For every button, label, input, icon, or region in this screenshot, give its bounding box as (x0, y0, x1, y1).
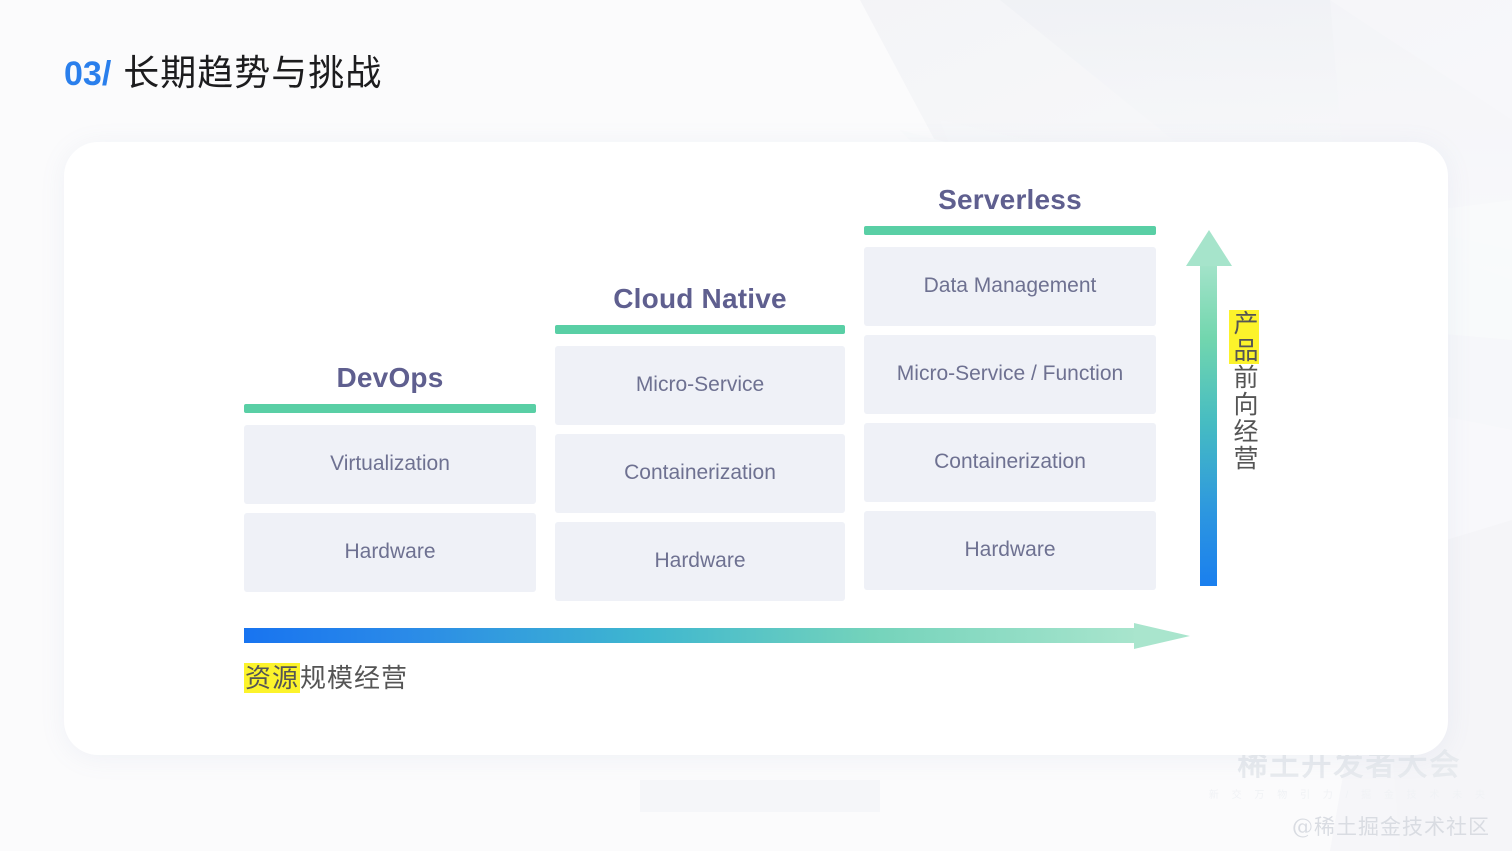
stack-box: Hardware (244, 513, 536, 592)
column-rule-devops (244, 404, 536, 413)
column-rule-cloud-native (555, 325, 845, 334)
vertical-axis-label: 产品前向经营 (1226, 310, 1262, 472)
maturity-diagram: DevOps Virtualization Hardware Cloud Nat… (64, 142, 1448, 755)
conference-logo-watermark: 稀土开发者大会 新 交 万 物 引 力 / 掘 金 技 术 未 央 (1209, 749, 1490, 801)
column-rule-serverless (864, 226, 1156, 235)
stack-box: Hardware (864, 511, 1156, 590)
stack-box: Virtualization (244, 425, 536, 504)
stack-box: Micro-Service / Function (864, 335, 1156, 414)
horizontal-axis-label-highlight: 资源 (244, 663, 301, 693)
page-title: 03/ 长期趋势与挑战 (64, 44, 382, 96)
page-title-text: 长期趋势与挑战 (123, 52, 383, 93)
column-serverless: Serverless Data Management Micro-Service… (864, 186, 1156, 590)
content-card: DevOps Virtualization Hardware Cloud Nat… (64, 142, 1448, 755)
column-header-devops: DevOps (336, 362, 444, 393)
horizontal-arrow-icon (244, 623, 1190, 649)
column-header-cloud-native: Cloud Native (613, 283, 787, 314)
vertical-axis-label-highlight: 产品 (1229, 310, 1259, 364)
column-devops: DevOps Virtualization Hardware (244, 364, 536, 592)
horizontal-axis-label-rest: 规模经营 (300, 663, 409, 693)
vertical-axis-label-rest: 前向经营 (1230, 364, 1258, 472)
stack-box: Hardware (555, 522, 845, 601)
page-title-number: 03/ (64, 55, 112, 93)
horizontal-axis-label: 资源规模经营 (244, 658, 408, 695)
community-handle-watermark: @稀土掘金技术社区 (1292, 815, 1490, 839)
stack-box: Data Management (864, 247, 1156, 326)
stack-box: Containerization (555, 434, 845, 513)
stack-box: Containerization (864, 423, 1156, 502)
column-cloud-native: Cloud Native Micro-Service Containerizat… (555, 285, 845, 601)
conference-logo-subtitle: 新 交 万 物 引 力 / 掘 金 技 术 未 央 (1208, 790, 1490, 801)
stack-box: Micro-Service (555, 346, 845, 425)
column-header-serverless: Serverless (938, 184, 1082, 215)
